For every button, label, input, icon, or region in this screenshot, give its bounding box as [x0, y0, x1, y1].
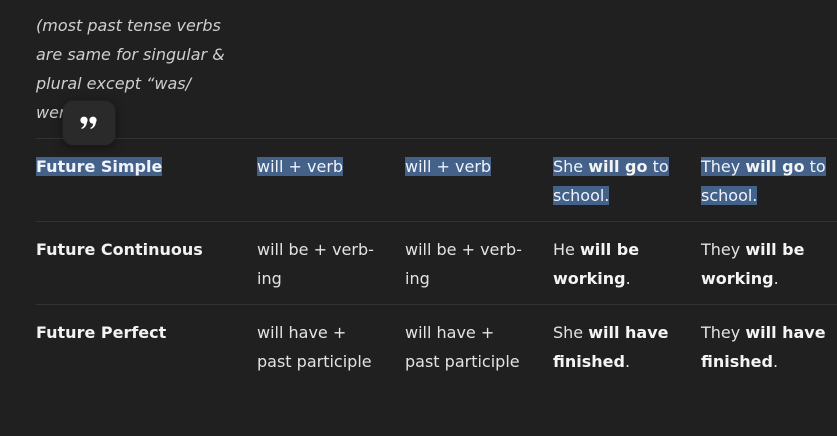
tense-name: Future Continuous: [36, 240, 203, 259]
quote-button[interactable]: [63, 101, 115, 145]
table-divider: [36, 138, 837, 139]
singular-form: will have + past participle: [257, 323, 372, 371]
plural-example: They will go to school.: [701, 157, 826, 205]
plural-form: will be + verb-ing: [405, 240, 522, 288]
singular-example: She will go to school.: [553, 157, 669, 205]
table-divider: [36, 304, 837, 305]
quote-icon: [80, 116, 98, 130]
plural-example: They will be working.: [701, 240, 805, 288]
plural-example: They will have finished.: [701, 323, 826, 371]
singular-example: He will be working.: [553, 240, 640, 288]
singular-example: She will have finished.: [553, 323, 669, 371]
note-line: are same for singular &: [36, 45, 225, 64]
singular-form: will be + verb-ing: [257, 240, 374, 288]
table-row[interactable]: Future Perfect will have + past particip…: [0, 318, 837, 400]
singular-form: will + verb: [257, 157, 344, 176]
plural-form: will + verb: [405, 157, 492, 176]
document-page: (most past tense verbs are same for sing…: [0, 0, 837, 436]
plural-form: will have + past participle: [405, 323, 520, 371]
note-line: plural except “was/: [36, 74, 192, 93]
note-line: (most past tense verbs: [36, 16, 221, 35]
tense-name: Future Simple: [36, 157, 163, 176]
tense-name: Future Perfect: [36, 323, 167, 342]
table-divider: [36, 221, 837, 222]
